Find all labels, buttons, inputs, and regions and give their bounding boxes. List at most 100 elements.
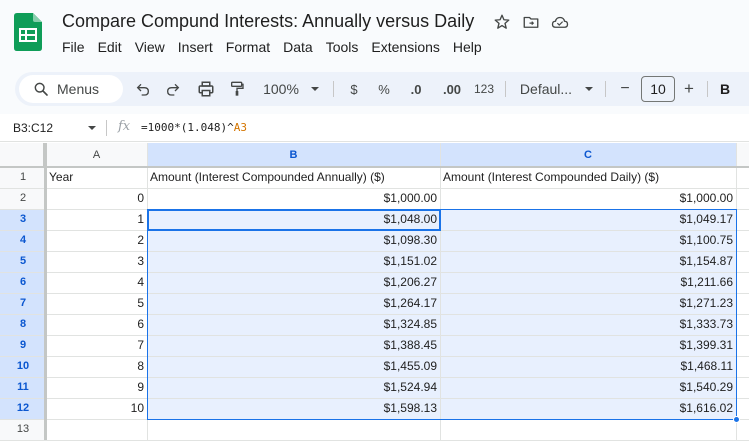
cell-c3[interactable]: $1,049.17 bbox=[440, 209, 736, 230]
font-family-select[interactable]: Defaul... bbox=[517, 72, 575, 106]
decrease-font-size-button[interactable]: − bbox=[615, 72, 635, 106]
cell-b6[interactable]: $1,206.27 bbox=[147, 272, 440, 293]
row-header-3[interactable]: 3 bbox=[0, 209, 46, 230]
cell-a5[interactable]: 3 bbox=[46, 251, 147, 272]
row-header-12[interactable]: 12 bbox=[0, 398, 46, 419]
cell-a3[interactable]: 1 bbox=[46, 209, 147, 230]
chevron-down-icon[interactable] bbox=[583, 72, 595, 106]
paint-format-icon[interactable] bbox=[227, 72, 247, 106]
chevron-down-icon[interactable] bbox=[309, 72, 321, 106]
cell-a11[interactable]: 9 bbox=[46, 377, 147, 398]
menu-data[interactable]: Data bbox=[283, 39, 313, 55]
formula-input[interactable]: =1000*(1.048)^A3 bbox=[141, 121, 247, 134]
formula-text: =1000*(1.048)^ bbox=[141, 121, 234, 134]
cell-c6[interactable]: $1,211.66 bbox=[440, 272, 736, 293]
toolbar-divider bbox=[707, 81, 708, 97]
font-size-input[interactable]: 10 bbox=[641, 76, 675, 102]
increase-font-size-button[interactable]: + bbox=[679, 72, 699, 106]
row-header-2[interactable]: 2 bbox=[0, 188, 46, 209]
cell-c2[interactable]: $1,000.00 bbox=[440, 188, 736, 209]
cell-c13[interactable] bbox=[440, 419, 736, 440]
cell-b7[interactable]: $1,264.17 bbox=[147, 293, 440, 314]
cell-c1[interactable]: Amount (Interest Compounded Daily) ($) bbox=[440, 167, 736, 188]
chevron-down-icon[interactable] bbox=[87, 123, 97, 133]
cell-b11[interactable]: $1,524.94 bbox=[147, 377, 440, 398]
cell-b4[interactable]: $1,098.30 bbox=[147, 230, 440, 251]
undo-icon[interactable] bbox=[133, 72, 153, 106]
cell-c4[interactable]: $1,100.75 bbox=[440, 230, 736, 251]
menu-insert[interactable]: Insert bbox=[178, 39, 213, 55]
cell-a7[interactable]: 5 bbox=[46, 293, 147, 314]
increase-decimal-button[interactable]: .00 bbox=[439, 72, 465, 106]
bold-button[interactable]: B bbox=[715, 72, 735, 106]
number-format-button[interactable]: 123 bbox=[473, 72, 495, 106]
row-header-6[interactable]: 6 bbox=[0, 272, 46, 293]
cell-a1[interactable]: Year bbox=[46, 167, 147, 188]
cell-c10[interactable]: $1,468.11 bbox=[440, 356, 736, 377]
move-folder-icon[interactable] bbox=[521, 12, 541, 32]
document-title[interactable]: Compare Compund Interests: Annually vers… bbox=[62, 11, 474, 32]
column-header-d[interactable] bbox=[736, 143, 749, 167]
fill-handle[interactable] bbox=[733, 416, 740, 423]
row-header-10[interactable]: 10 bbox=[0, 356, 46, 377]
percent-format-button[interactable]: % bbox=[375, 72, 393, 106]
cell-a6[interactable]: 4 bbox=[46, 272, 147, 293]
cell-a10[interactable]: 8 bbox=[46, 356, 147, 377]
zoom-select[interactable]: 100% bbox=[261, 72, 301, 106]
row-header-8[interactable]: 8 bbox=[0, 314, 46, 335]
sheets-logo-icon[interactable] bbox=[14, 13, 42, 51]
menu-extensions[interactable]: Extensions bbox=[371, 39, 439, 55]
column-header-a[interactable]: A bbox=[46, 143, 147, 167]
cell-b8[interactable]: $1,324.85 bbox=[147, 314, 440, 335]
search-icon bbox=[33, 81, 49, 97]
column-header-c[interactable]: C bbox=[440, 143, 736, 167]
cell-a4[interactable]: 2 bbox=[46, 230, 147, 251]
cell-c5[interactable]: $1,154.87 bbox=[440, 251, 736, 272]
cell-a8[interactable]: 6 bbox=[46, 314, 147, 335]
row-header-1[interactable]: 1 bbox=[0, 167, 46, 188]
cell-a12[interactable]: 10 bbox=[46, 398, 147, 419]
currency-format-button[interactable]: $ bbox=[345, 72, 363, 106]
cell-a2[interactable]: 0 bbox=[46, 188, 147, 209]
row-header-4[interactable]: 4 bbox=[0, 230, 46, 251]
cell-b2[interactable]: $1,000.00 bbox=[147, 188, 440, 209]
print-icon[interactable] bbox=[195, 72, 217, 106]
menu-file[interactable]: File bbox=[62, 39, 85, 55]
menu-view[interactable]: View bbox=[135, 39, 165, 55]
redo-icon[interactable] bbox=[163, 72, 183, 106]
row-header-9[interactable]: 9 bbox=[0, 335, 46, 356]
menu-edit[interactable]: Edit bbox=[98, 39, 122, 55]
cell-c9[interactable]: $1,399.31 bbox=[440, 335, 736, 356]
row-header-11[interactable]: 11 bbox=[0, 377, 46, 398]
cloud-saved-icon[interactable] bbox=[550, 12, 570, 32]
cell-c7[interactable]: $1,271.23 bbox=[440, 293, 736, 314]
menu-tools[interactable]: Tools bbox=[326, 39, 359, 55]
cell-b10[interactable]: $1,455.09 bbox=[147, 356, 440, 377]
row-header-13[interactable]: 13 bbox=[0, 419, 46, 440]
formula-divider bbox=[106, 120, 107, 136]
decrease-decimal-button[interactable]: .0 bbox=[405, 72, 427, 106]
name-box[interactable]: B3:C12 bbox=[13, 121, 53, 135]
star-icon[interactable] bbox=[492, 12, 512, 32]
cell-c11[interactable]: $1,540.29 bbox=[440, 377, 736, 398]
column-header-b[interactable]: B bbox=[147, 143, 440, 167]
search-menus-button[interactable]: Menus bbox=[19, 75, 123, 103]
cell-b5[interactable]: $1,151.02 bbox=[147, 251, 440, 272]
cell-a9[interactable]: 7 bbox=[46, 335, 147, 356]
cell-c12[interactable]: $1,616.02 bbox=[440, 398, 736, 419]
cell-a13[interactable] bbox=[46, 419, 147, 440]
cell-c8[interactable]: $1,333.73 bbox=[440, 314, 736, 335]
menu-format[interactable]: Format bbox=[226, 39, 270, 55]
spreadsheet-grid[interactable]: A B C 1 Year Amount (Interest Compounded Annu… bbox=[0, 143, 749, 443]
row-header-7[interactable]: 7 bbox=[0, 293, 46, 314]
cell-b1[interactable]: Amount (Interest Compounded Annually) ($… bbox=[147, 167, 440, 188]
row-header-5[interactable]: 5 bbox=[0, 251, 46, 272]
cell-b13[interactable] bbox=[147, 419, 440, 440]
increase-decimal-label: .00 bbox=[442, 81, 462, 97]
row-gridline bbox=[0, 293, 749, 294]
cell-b3[interactable]: $1,048.00 bbox=[147, 209, 440, 230]
cell-b12[interactable]: $1,598.13 bbox=[147, 398, 440, 419]
menu-help[interactable]: Help bbox=[453, 39, 482, 55]
select-all-corner[interactable] bbox=[0, 143, 46, 167]
cell-b9[interactable]: $1,388.45 bbox=[147, 335, 440, 356]
